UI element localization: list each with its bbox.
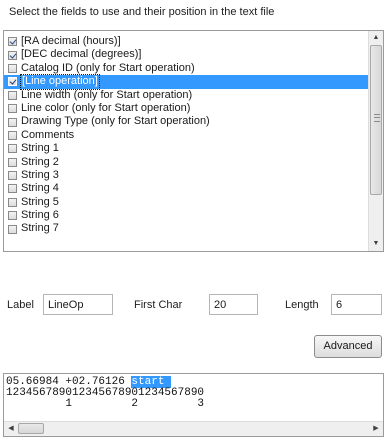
field-label: Catalog ID (only for Start operation): [21, 61, 195, 74]
field-label: String 3: [21, 168, 59, 181]
field-label: Drawing Type (only for Start operation): [21, 115, 210, 128]
field-list-items: [RA decimal (hours)] [DEC decimal (degree…: [4, 35, 369, 236]
field-list-item[interactable]: String 7: [4, 222, 369, 235]
field-label: Comments: [21, 128, 75, 141]
scroll-right-icon[interactable]: ▶: [369, 422, 383, 436]
preview-line-3: 1 2 3: [6, 398, 205, 410]
field-list-item[interactable]: String 2: [4, 156, 369, 169]
advanced-button[interactable]: Advanced: [314, 335, 382, 358]
field-label: [Line operation]: [20, 74, 100, 90]
first-char-field[interactable]: [209, 294, 258, 315]
field-label: String 6: [21, 209, 59, 222]
field-checkbox[interactable]: [8, 157, 17, 167]
field-label: String 4: [21, 182, 59, 195]
field-checkbox[interactable]: [8, 90, 17, 100]
field-label: String 5: [21, 195, 59, 208]
field-list-item[interactable]: [Line operation]: [4, 74, 369, 90]
field-checkbox[interactable]: [8, 63, 17, 73]
field-label: [RA decimal (hours)]: [21, 35, 121, 47]
text-preview[interactable]: 05.66984 +02.76126 start 123456789012345…: [3, 373, 384, 437]
field-checkbox[interactable]: [8, 50, 17, 60]
hscroll-thumb[interactable]: [18, 423, 44, 434]
field-list-item[interactable]: Comments: [4, 129, 369, 142]
dialog-heading: Select the fields to use and their posit…: [9, 6, 275, 18]
field-checkbox[interactable]: [8, 171, 17, 181]
field-checkbox[interactable]: [8, 211, 17, 221]
length-field[interactable]: [331, 294, 382, 315]
field-checkbox[interactable]: [8, 104, 17, 114]
horizontal-scrollbar[interactable]: ◀ ▶: [4, 421, 383, 436]
field-label: [DEC decimal (degrees)]: [21, 48, 142, 61]
length-caption: Length: [285, 299, 319, 311]
field-checkbox[interactable]: [8, 197, 17, 207]
scroll-thumb[interactable]: [370, 45, 382, 195]
field-checkbox[interactable]: [8, 184, 17, 194]
preview-text: 05.66984 +02.76126 start 123456789012345…: [6, 376, 205, 410]
field-label: Line color (only for Start operation): [21, 101, 191, 114]
field-list-item[interactable]: Drawing Type (only for Start operation): [4, 115, 369, 128]
scroll-down-icon[interactable]: ▼: [369, 237, 383, 251]
field-checkbox[interactable]: [8, 130, 17, 140]
field-label: String 2: [21, 155, 59, 168]
field-checkbox[interactable]: [8, 77, 17, 87]
field-list-item[interactable]: [RA decimal (hours)]: [4, 35, 369, 48]
field-list-item[interactable]: String 6: [4, 209, 369, 222]
field-list[interactable]: [RA decimal (hours)] [DEC decimal (degree…: [3, 30, 384, 252]
field-list-item[interactable]: String 1: [4, 142, 369, 155]
scroll-left-icon[interactable]: ◀: [4, 422, 18, 436]
field-checkbox[interactable]: [8, 117, 17, 127]
grip-icon: [374, 114, 380, 122]
field-checkbox[interactable]: [8, 37, 17, 47]
field-checkbox[interactable]: [8, 224, 17, 234]
field-list-item[interactable]: Line color (only for Start operation): [4, 102, 369, 115]
scroll-up-icon[interactable]: ▲: [369, 31, 383, 45]
field-label: String 7: [21, 222, 59, 235]
label-field[interactable]: [43, 294, 113, 315]
label-caption: Label: [7, 299, 34, 311]
field-list-item[interactable]: Catalog ID (only for Start operation): [4, 62, 369, 75]
field-list-item[interactable]: String 5: [4, 196, 369, 209]
field-list-item[interactable]: String 4: [4, 182, 369, 195]
field-list-item[interactable]: Line width (only for Start operation): [4, 89, 369, 102]
field-label: Line width (only for Start operation): [21, 88, 193, 101]
field-checkbox[interactable]: [8, 144, 17, 154]
field-label: String 1: [21, 142, 59, 155]
first-char-caption: First Char: [134, 299, 183, 311]
vertical-scrollbar[interactable]: ▲ ▼: [368, 31, 383, 251]
field-list-item[interactable]: String 3: [4, 169, 369, 182]
field-list-item[interactable]: [DEC decimal (degrees)]: [4, 48, 369, 61]
